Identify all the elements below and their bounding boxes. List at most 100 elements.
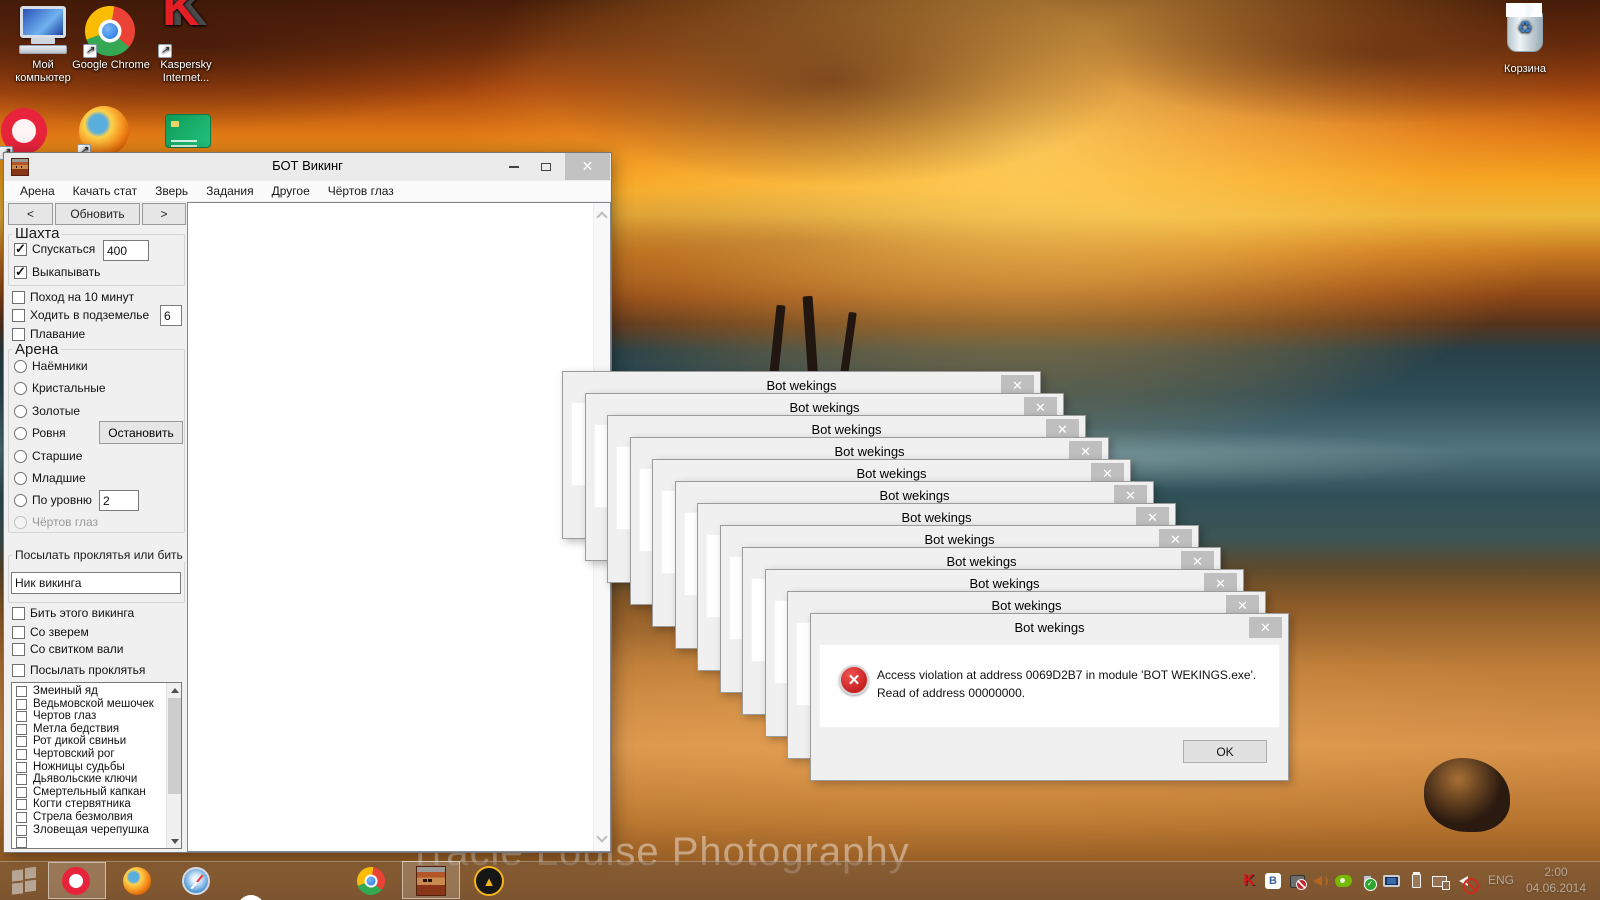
taskbar-firefox-icon[interactable] [123,867,151,895]
dialog-title: Bot wekings [856,466,927,481]
dialog-ok-button[interactable]: OK [1183,740,1267,763]
curse-item-checkbox[interactable] [16,812,27,823]
taskbar-safari-icon[interactable] [182,867,210,895]
tray-remote-blocked-icon[interactable] [1288,872,1307,890]
level-input[interactable] [99,490,139,511]
minimize-button[interactable] [501,153,527,180]
tray-volume-muted-icon[interactable] [1454,872,1479,894]
curse-item-label: Ведьмовской мешочек [33,698,154,710]
solo-check-label: Плавание [30,327,86,341]
fight-checkbox-2[interactable] [12,643,25,656]
tray-vk-icon[interactable]: B [1264,872,1282,890]
app-window: БОТ Викинг ✕ Арена Качать стат Зверь Задани… [3,152,612,853]
close-icon: ✕ [1215,575,1226,591]
my-computer-icon [17,6,69,56]
solo-checkbox-0[interactable] [12,291,25,304]
arena-radio-5[interactable] [14,472,27,485]
curse-item-checkbox[interactable] [16,774,27,785]
dialog-title: Bot wekings [1014,620,1085,635]
curse-item-checkbox[interactable] [16,787,27,798]
close-icon: ✕ [1237,597,1248,613]
menu-item-3[interactable]: Задания [198,182,261,200]
arena-radio-0[interactable] [14,360,27,373]
dungeon-count-input[interactable] [160,305,182,326]
curse-item-checkbox[interactable] [16,749,27,760]
list-scrollbar[interactable] [166,683,181,848]
tray-network-icon[interactable] [1430,872,1450,890]
tray-usb-icon[interactable] [1358,872,1377,891]
dialog-title: Bot wekings [766,378,837,393]
dialog-title: Bot wekings [811,422,882,437]
arena-radio-2[interactable] [14,405,27,418]
menu-item-4[interactable]: Другое [264,182,318,200]
close-icon: ✕ [1260,619,1271,635]
curse-item-checkbox[interactable] [16,837,27,848]
arena-radio-label: Старшие [32,449,83,463]
scroll-up-icon[interactable] [167,683,181,697]
curse-item-checkbox[interactable] [16,799,27,810]
error-icon: ✕ [839,665,869,695]
mine-group-title: Шахта [12,225,63,242]
taskbar-bot-viking-icon[interactable] [416,866,446,896]
fight-checkbox-1[interactable] [12,626,25,639]
menu-item-2[interactable]: Зверь [147,182,196,200]
scroll-up-icon[interactable] [596,211,608,223]
dig-checkbox[interactable] [14,264,27,280]
arena-radio-4[interactable] [14,450,27,463]
curse-item-checkbox[interactable] [16,825,27,836]
fight-checkbox-3[interactable] [12,664,25,677]
window-titlebar[interactable]: БОТ Викинг ✕ [4,153,611,181]
fight-check-label: Посылать проклятья [30,663,146,677]
maximize-button[interactable] [533,153,559,180]
tray-nvidia-icon[interactable] [1334,872,1352,890]
viking-nick-input[interactable] [11,572,181,594]
scroll-down-icon[interactable] [167,834,181,848]
desktop-icon-kaspersky[interactable]: KK ↗ Kaspersky Internet... [143,0,229,85]
fight-checkbox-0[interactable] [12,607,25,620]
curse-item-checkbox[interactable] [16,724,27,735]
solo-checkbox-2[interactable] [12,328,25,341]
menu-item-1[interactable]: Качать стат [65,182,145,200]
list-scroll-thumb[interactable] [168,698,181,794]
close-icon: ✕ [1125,487,1136,503]
by-level-radio[interactable] [14,494,27,507]
solo-checkbox-1[interactable] [12,309,25,322]
tray-display-icon[interactable] [1382,872,1400,890]
tray-volume-icon[interactable] [1311,872,1329,890]
curse-list-item[interactable] [14,837,164,848]
stop-button[interactable]: Остановить [99,421,183,444]
curse-item-checkbox[interactable] [16,699,27,710]
arena-radio-3[interactable] [14,427,27,440]
desktop-icon-label: Корзина [1504,63,1546,75]
scroll-down-icon[interactable] [596,831,608,843]
refresh-button[interactable]: Обновить [55,203,140,225]
prev-button[interactable]: < [8,203,53,225]
close-button[interactable]: ✕ [565,153,610,180]
descend-depth-input[interactable] [103,240,149,261]
curse-item-label: Метла бедствия [33,723,120,735]
next-button[interactable]: > [142,203,186,225]
dialog-close-button[interactable]: ✕ [1249,617,1282,638]
descend-checkbox[interactable] [14,241,27,257]
desktop-icon-recycle-bin[interactable]: ♻ Корзина [1482,3,1568,76]
arena-radio-label: Золотые [32,404,80,418]
curse-item-checkbox[interactable] [16,711,27,722]
menu-item-0[interactable]: Арена [12,182,63,200]
log-area [187,202,611,852]
tray-power-icon[interactable] [1407,872,1425,890]
curse-item-checkbox[interactable] [16,686,27,697]
dialog-title: Bot wekings [991,598,1062,613]
arena-radio-1[interactable] [14,382,27,395]
tray-kaspersky-icon[interactable]: K [1240,872,1258,890]
close-icon: ✕ [1192,553,1203,569]
dialog-title: Bot wekings [879,488,950,503]
desktop-icon-google-chrome[interactable]: ↗ Google Chrome [68,6,154,72]
curse-listbox: Змеиный яд Ведьмовской мешочек Чертов гл… [11,682,182,849]
taskbar-daemon-tools-icon[interactable]: ▲ [474,866,504,896]
curse-item-checkbox[interactable] [16,736,27,747]
menu-item-5[interactable]: Чёртов глаз [320,182,402,200]
taskbar-chrome-icon[interactable] [357,867,385,895]
taskbar-opera-icon[interactable] [62,867,90,895]
menu-bar: Арена Качать стат Зверь Задания Другое Чёртов… [4,181,610,202]
curse-item-checkbox[interactable] [16,762,27,773]
